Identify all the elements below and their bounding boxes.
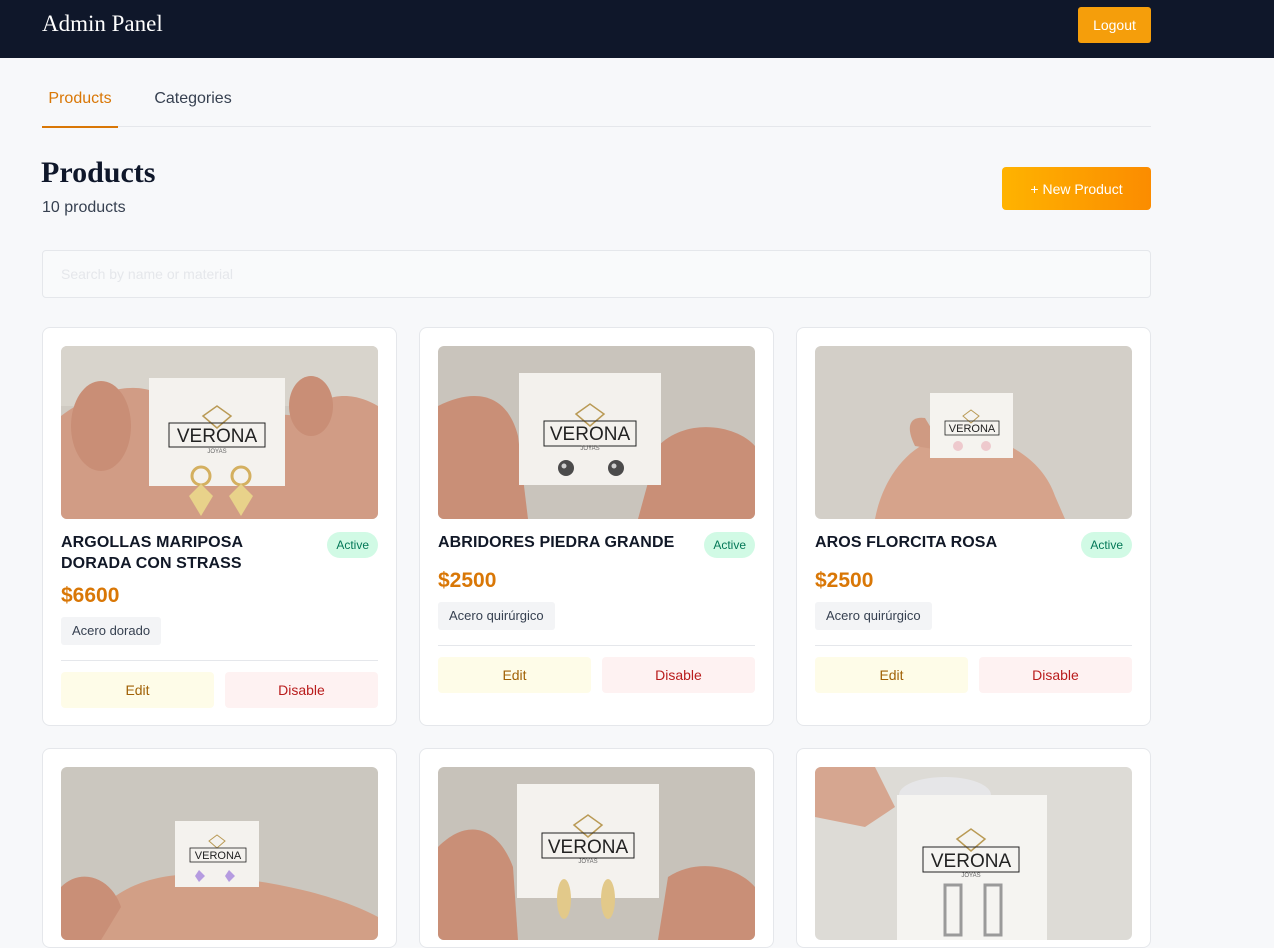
new-product-button[interactable]: + New Product xyxy=(1002,167,1151,210)
brand-text: VERONA xyxy=(195,850,242,862)
edit-button[interactable]: Edit xyxy=(438,657,591,693)
product-image: VERONA JOYAS xyxy=(61,346,378,519)
tab-bar: Products Categories xyxy=(42,78,1151,128)
divider xyxy=(438,645,755,646)
disable-button[interactable]: Disable xyxy=(225,672,378,708)
product-count: 10 products xyxy=(42,199,126,216)
product-name: ARGOLLAS MARIPOSA DORADA CON STRASS xyxy=(61,534,243,572)
edit-button[interactable]: Edit xyxy=(815,657,968,693)
edit-button[interactable]: Edit xyxy=(61,672,214,708)
product-image: VERONA JOYAS xyxy=(815,767,1132,940)
product-price: $2500 xyxy=(815,569,874,592)
brand-text: VERONA xyxy=(931,851,1012,872)
product-price: $2500 xyxy=(438,569,497,592)
product-image: VERONA xyxy=(61,767,378,940)
product-card: VERONA JOYAS ARGOLLAS MARIPOSA DORADA CO… xyxy=(42,327,397,726)
brand-text: VERONA xyxy=(550,424,631,445)
brand-text: VERONA xyxy=(548,837,629,858)
product-image: VERONA JOYAS xyxy=(438,346,755,519)
product-card: VERONA JOYAS ABRIDORES PIEDRA GRANDE Act… xyxy=(419,327,774,726)
page-title: Products xyxy=(41,156,156,189)
search-input[interactable] xyxy=(42,250,1151,298)
brand-subtext: JOYAS xyxy=(961,873,980,879)
tab-categories[interactable]: Categories xyxy=(154,78,232,126)
tab-products[interactable]: Products xyxy=(42,78,118,128)
product-card: VERONA JOYAS xyxy=(419,748,774,948)
logout-button[interactable]: Logout xyxy=(1078,7,1151,43)
material-tag: Acero dorado xyxy=(61,617,162,645)
brand-subtext: JOYAS xyxy=(580,446,599,452)
product-name: AROS FLORCITA ROSA xyxy=(815,534,998,551)
top-bar: Admin Panel Logout xyxy=(0,0,1274,58)
brand-text: VERONA xyxy=(949,423,996,435)
divider xyxy=(61,660,378,661)
material-tag: Acero quirúrgico xyxy=(438,602,555,630)
product-name: ABRIDORES PIEDRA GRANDE xyxy=(438,534,675,551)
product-card: VERONA xyxy=(42,748,397,948)
brand-text: VERONA xyxy=(177,426,258,447)
product-card: VERONA JOYAS xyxy=(796,748,1151,948)
app-title: Admin Panel xyxy=(42,11,163,36)
divider xyxy=(815,645,1132,646)
brand-subtext: JOYAS xyxy=(578,859,597,865)
disable-button[interactable]: Disable xyxy=(979,657,1132,693)
product-image: VERONA xyxy=(815,346,1132,519)
status-badge: Active xyxy=(704,532,755,558)
product-price: $6600 xyxy=(61,584,120,607)
brand-subtext: JOYAS xyxy=(207,449,226,455)
material-tag: Acero quirúrgico xyxy=(815,602,932,630)
product-image: VERONA JOYAS xyxy=(438,767,755,940)
product-card: VERONA AROS FLORCITA ROSA Active $2500 A… xyxy=(796,327,1151,726)
status-badge: Active xyxy=(327,532,378,558)
disable-button[interactable]: Disable xyxy=(602,657,755,693)
status-badge: Active xyxy=(1081,532,1132,558)
